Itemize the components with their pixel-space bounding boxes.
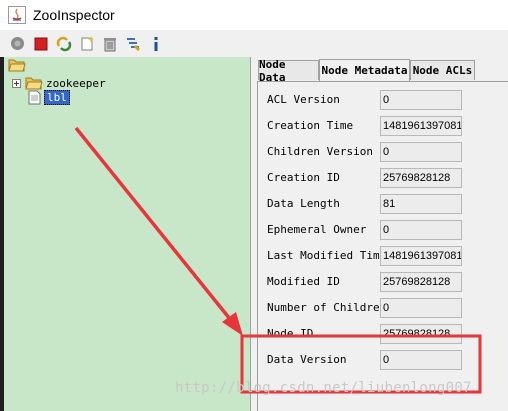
field-label: ACL Version <box>267 93 340 106</box>
field-value[interactable]: 0 <box>380 90 462 110</box>
field-value[interactable]: 1481961397081 <box>380 116 462 136</box>
field-value[interactable]: 25769828128 <box>380 324 462 344</box>
node-tree[interactable]: zookeeper lbl <box>4 57 251 411</box>
tab-label: Node ACLs <box>412 64 473 77</box>
window-title: ZooInspector <box>33 7 115 23</box>
about-icon <box>154 36 157 51</box>
tree-item-label-selected: lbl <box>44 90 70 105</box>
title-bar: ZooInspector <box>0 0 508 30</box>
field-label: Number of Children <box>267 301 387 314</box>
tab-label: Node Metadata <box>321 64 408 77</box>
delete-node-button[interactable] <box>101 35 118 52</box>
java-app-icon <box>8 6 26 24</box>
about-button[interactable] <box>147 35 164 52</box>
tab-node-data[interactable]: Node Data <box>258 58 319 84</box>
field-value[interactable]: 81 <box>380 194 462 214</box>
field-value[interactable]: 0 <box>380 220 462 240</box>
field-value[interactable]: 25769828128 <box>380 272 462 292</box>
toolbar <box>0 30 508 57</box>
expand-toggle-icon[interactable] <box>12 78 21 88</box>
tree-item-lbl[interactable]: lbl <box>28 90 70 105</box>
connect-button[interactable] <box>9 35 26 52</box>
folder-icon <box>25 77 43 90</box>
add-node-icon <box>81 35 94 50</box>
tree-item-label: zookeeper <box>46 76 106 90</box>
delete-node-icon <box>103 37 116 51</box>
refresh-button[interactable] <box>55 35 72 52</box>
field-label: Data Length <box>267 197 340 210</box>
tab-node-metadata[interactable]: Node Metadata <box>319 59 410 81</box>
field-label: Children Version <box>267 145 373 158</box>
field-label: Last Modified Time <box>267 249 387 262</box>
tab-label: Node Data <box>259 57 286 84</box>
field-label: Creation ID <box>267 171 340 184</box>
field-label: Modified ID <box>267 275 340 288</box>
refresh-icon <box>56 36 71 51</box>
field-label: Data Version <box>267 353 347 366</box>
tree-root[interactable] <box>8 58 26 72</box>
node-viewers-icon <box>126 37 140 51</box>
field-value[interactable]: 0 <box>380 298 462 318</box>
watermark: http://blog.csdn.net/liubenlong007 <box>175 380 472 396</box>
field-value[interactable]: 1481961397081 <box>380 246 462 266</box>
file-icon <box>28 90 41 105</box>
field-value[interactable]: 0 <box>380 142 462 162</box>
tab-node-acls[interactable]: Node ACLs <box>410 60 475 80</box>
field-label: Node ID <box>267 327 314 340</box>
tree-item-zookeeper[interactable]: zookeeper <box>12 76 106 90</box>
node-viewers-button[interactable] <box>124 35 141 52</box>
disconnect-icon <box>34 37 47 50</box>
folder-open-icon <box>8 59 26 72</box>
field-value[interactable]: 25769828128 <box>380 168 462 188</box>
disconnect-button[interactable] <box>32 35 49 52</box>
connect-icon <box>11 37 24 50</box>
field-value[interactable]: 0 <box>380 350 462 370</box>
field-label: Creation Time <box>267 119 354 132</box>
field-label: Ephemeral Owner <box>267 223 367 236</box>
add-node-button[interactable] <box>78 35 95 52</box>
